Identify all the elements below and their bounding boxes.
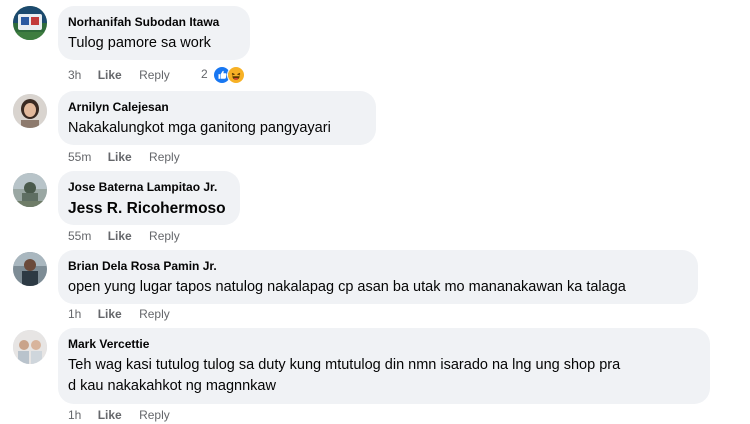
avatar[interactable] bbox=[13, 330, 47, 364]
comment-text: Teh wag kasi tutulog tulog sa duty kung … bbox=[68, 355, 698, 397]
comments-section: Norhanifah Subodan Itawa Tulog pamore sa… bbox=[0, 0, 750, 424]
comment-author[interactable]: Brian Dela Rosa Pamin Jr. bbox=[68, 258, 686, 274]
comment-actions: 1h Like Reply bbox=[68, 407, 170, 423]
reply-button[interactable]: Reply bbox=[139, 407, 170, 423]
profile-photo bbox=[13, 330, 47, 364]
comment-bubble: Norhanifah Subodan Itawa Tulog pamore sa… bbox=[58, 6, 250, 60]
reaction-summary[interactable]: 2 bbox=[201, 65, 246, 84]
comment-text: Tulog pamore sa work bbox=[68, 35, 211, 51]
avatar[interactable] bbox=[13, 173, 47, 207]
reply-button[interactable]: Reply bbox=[139, 306, 170, 322]
comment-actions: 55m Like Reply bbox=[68, 149, 180, 165]
comment-actions: 55m Like Reply bbox=[68, 228, 180, 244]
comment-timestamp[interactable]: 55m bbox=[68, 228, 91, 244]
comment-bubble: Brian Dela Rosa Pamin Jr. open yung luga… bbox=[58, 250, 698, 304]
comment-bubble: Jose Baterna Lampitao Jr. Jess R. Ricohe… bbox=[58, 171, 240, 225]
comment-timestamp[interactable]: 1h bbox=[68, 306, 81, 322]
comment-timestamp[interactable]: 55m bbox=[68, 149, 91, 165]
like-button[interactable]: Like bbox=[108, 228, 132, 244]
profile-photo bbox=[13, 252, 47, 286]
reply-button[interactable]: Reply bbox=[139, 67, 170, 83]
comment-actions: 1h Like Reply bbox=[68, 306, 170, 322]
reply-button[interactable]: Reply bbox=[149, 228, 180, 244]
comment-text-line: Teh wag kasi tutulog tulog sa duty kung … bbox=[68, 357, 621, 373]
avatar[interactable] bbox=[13, 252, 47, 286]
comment-timestamp[interactable]: 1h bbox=[68, 407, 81, 423]
profile-photo bbox=[13, 94, 47, 128]
like-button[interactable]: Like bbox=[98, 67, 122, 83]
comment-bubble: Mark Vercettie Teh wag kasi tutulog tulo… bbox=[58, 328, 710, 404]
comment-author[interactable]: Norhanifah Subodan Itawa bbox=[68, 14, 238, 30]
haha-icon bbox=[227, 66, 246, 84]
profile-photo bbox=[13, 173, 47, 207]
comment-bubble: Arnilyn Calejesan Nakakalungkot mga gani… bbox=[58, 91, 376, 145]
avatar[interactable] bbox=[13, 94, 47, 128]
comment-text: open yung lugar tapos natulog nakalapag … bbox=[68, 279, 626, 295]
comment-mention[interactable]: Jess R. Ricohermoso bbox=[68, 198, 228, 219]
comment-timestamp[interactable]: 3h bbox=[68, 67, 81, 83]
avatar[interactable] bbox=[13, 6, 47, 40]
reply-button[interactable]: Reply bbox=[149, 149, 180, 165]
reaction-count: 2 bbox=[201, 67, 208, 81]
comment-author[interactable]: Jose Baterna Lampitao Jr. bbox=[68, 179, 228, 195]
profile-photo bbox=[13, 6, 47, 40]
comment-author[interactable]: Mark Vercettie bbox=[68, 336, 698, 352]
comment-text-line: d kau nakakahkot ng magnnkaw bbox=[68, 378, 276, 394]
comment-text: Nakakalungkot mga ganitong pangyayari bbox=[68, 120, 331, 136]
comment-author[interactable]: Arnilyn Calejesan bbox=[68, 99, 364, 115]
like-button[interactable]: Like bbox=[98, 407, 122, 423]
like-button[interactable]: Like bbox=[98, 306, 122, 322]
comment-actions: 3h Like Reply bbox=[68, 67, 170, 83]
like-button[interactable]: Like bbox=[108, 149, 132, 165]
